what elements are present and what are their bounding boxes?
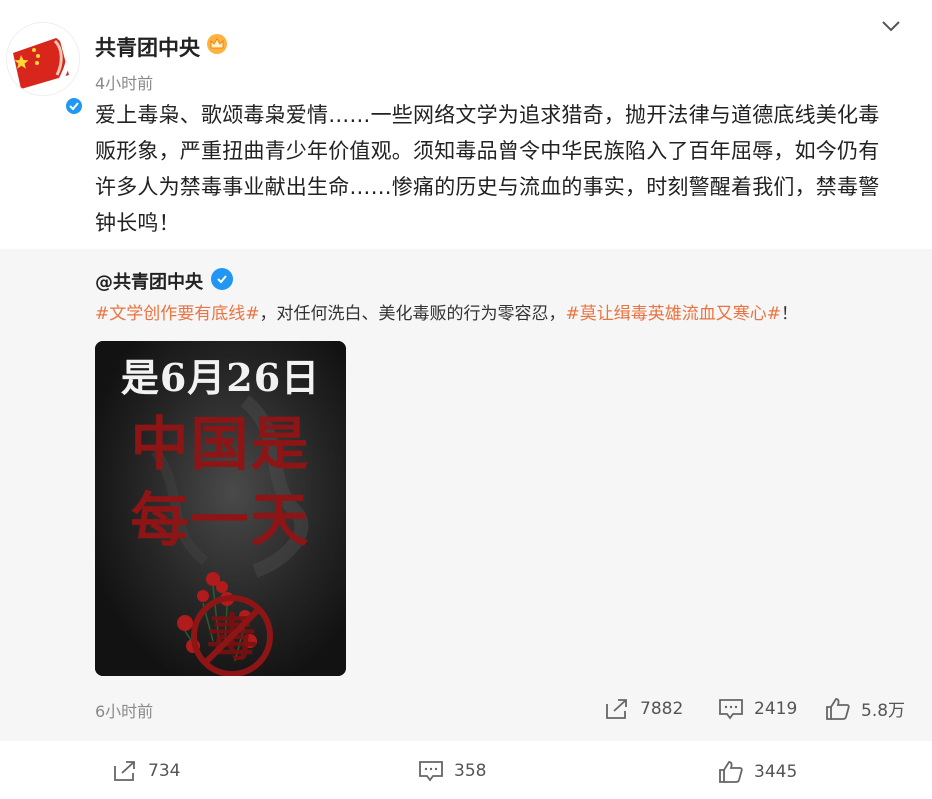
avatar-logo: [6, 22, 80, 96]
original-share-button[interactable]: 7882: [604, 698, 683, 720]
thumbs-up-icon: [719, 761, 743, 783]
like-button[interactable]: 3445: [718, 760, 797, 784]
share-button[interactable]: 734: [112, 760, 180, 782]
share-count: 734: [148, 761, 181, 781]
share-icon: [606, 699, 627, 719]
share-icon: [114, 761, 135, 781]
original-text-middle: ，对任何洗白、美化毒贩的行为零容忍，: [259, 304, 566, 324]
weibo-post: 共青团中央 4小时前 爱上毒枭、歌颂毒枭爱情……一些网络文学为追求猎奇，抛开法律…: [0, 0, 932, 249]
poster-image[interactable]: 是6月26日 中国是 每一天 毒: [95, 341, 346, 676]
like-count: 3445: [754, 762, 798, 782]
original-comment-button[interactable]: 2419: [718, 698, 797, 720]
comment-icon: [419, 761, 443, 782]
original-text: #文学创作要有底线#，对任何洗白、美化毒贩的行为零容忍，#莫让缉毒英雄流血又寒心…: [95, 299, 798, 324]
avatar[interactable]: [6, 22, 84, 116]
thumbs-up-icon: [826, 697, 850, 720]
original-timestamp[interactable]: 6小时前: [95, 698, 153, 722]
repost-card: @共青团中央 #文学创作要有底线#，对任何洗白、美化毒贩的行为零容忍，#莫让缉毒…: [0, 249, 932, 741]
no-drugs-seal-icon: 毒: [177, 572, 273, 676]
hashtag-link[interactable]: #莫让缉毒英雄流血又寒心#: [566, 304, 782, 324]
post-timestamp[interactable]: 4小时前: [95, 70, 153, 94]
action-bar: 734 358 3445: [0, 741, 932, 799]
comment-count: 358: [454, 761, 487, 781]
original-share-count: 7882: [640, 699, 684, 719]
original-like-count: 5.8万: [861, 701, 906, 721]
comment-icon: [719, 699, 743, 720]
verified-icon: [211, 268, 233, 290]
original-author[interactable]: @共青团中央: [95, 268, 203, 294]
comment-button[interactable]: 358: [418, 760, 486, 782]
verified-icon: [64, 96, 84, 116]
original-like-button[interactable]: 5.8万: [825, 696, 905, 721]
hashtag-link[interactable]: #文学创作要有底线#: [95, 304, 260, 324]
vip-crown-icon: [206, 33, 228, 55]
original-comment-count: 2419: [754, 699, 798, 719]
post-text: 爱上毒枭、歌颂毒枭爱情……一些网络文学为追求猎奇，抛开法律与道德底线美化毒贩形象…: [95, 103, 880, 235]
chevron-down-icon[interactable]: [879, 14, 903, 38]
post-username[interactable]: 共青团中央: [95, 32, 200, 62]
original-text-end: ！: [781, 304, 798, 324]
